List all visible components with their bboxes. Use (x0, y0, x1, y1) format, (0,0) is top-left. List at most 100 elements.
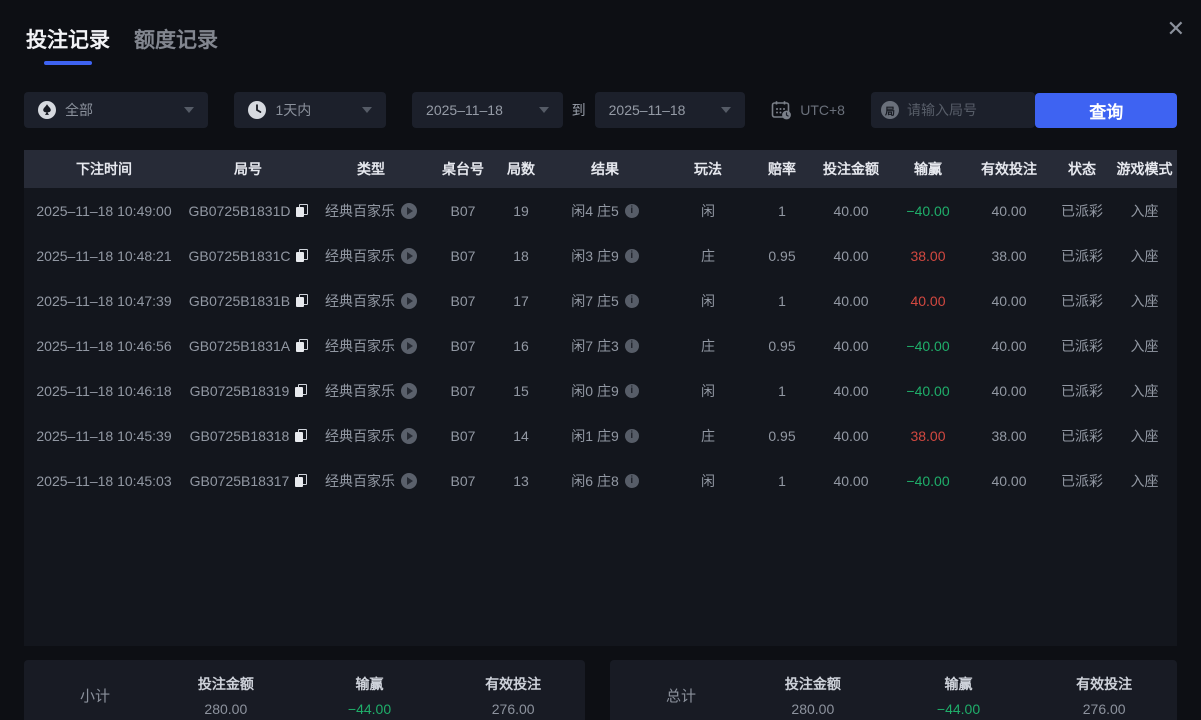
valid-bet: 40.00 (991, 202, 1027, 219)
date-to-picker[interactable]: 2025–11–18 (594, 92, 746, 128)
result-cell: 闲7 庄5 i (546, 291, 664, 311)
odds: 0.95 (768, 337, 796, 354)
odds-cell: 0.95 (752, 248, 812, 264)
column-header: 桌台号 (442, 161, 484, 177)
game-mode: 入座 (1130, 337, 1159, 354)
video-play-icon[interactable] (401, 292, 417, 309)
table-no-cell: B07 (430, 473, 496, 489)
game-type-select[interactable]: 全部 (24, 92, 209, 128)
round-no: 18 (513, 247, 529, 264)
round-search-input[interactable] (906, 102, 1026, 118)
bet-time: 2025–11–18 10:48:21 (36, 247, 172, 264)
result-info-icon[interactable]: i (624, 203, 639, 218)
bet-amount-cell: 40.00 (812, 428, 890, 444)
column-header: 局数 (507, 161, 535, 177)
query-button[interactable]: 查询 (1035, 92, 1177, 128)
bet-amount-cell: 40.00 (812, 383, 890, 399)
status: 已派彩 (1061, 472, 1103, 489)
video-play-icon[interactable] (401, 472, 417, 489)
result-info-icon[interactable]: i (624, 248, 639, 263)
table-body: 2025–11–18 10:49:00 GB0725B1831D 经典百家乐 B07 1… (24, 188, 1177, 646)
valid-bet-cell: 38.00 (966, 428, 1052, 444)
round-no: 17 (513, 292, 529, 309)
total-bet-label: 投注金额 (784, 675, 841, 692)
column-header: 赔率 (768, 161, 796, 177)
result-info-icon[interactable]: i (624, 473, 639, 488)
video-play-icon[interactable] (401, 247, 417, 264)
subtotal-panel: 小计 投注金额 280.00 输赢 −44.00 有效投注 276.00 (24, 660, 585, 720)
round-no-cell: 14 (496, 428, 546, 444)
game-type-cell: 经典百家乐 (312, 336, 430, 356)
play-type-cell: 闲 (664, 381, 752, 401)
win-loss: 40.00 (910, 292, 946, 309)
copy-icon[interactable] (296, 294, 309, 307)
copy-icon[interactable] (296, 249, 309, 262)
table-no-cell: B07 (430, 428, 496, 444)
bet-amount-cell: 40.00 (812, 293, 890, 309)
table-no: B07 (450, 337, 476, 354)
copy-icon[interactable] (295, 474, 308, 487)
bet-time: 2025–11–18 10:45:39 (36, 427, 172, 444)
active-tab-underline (44, 61, 92, 65)
round-no: 16 (513, 337, 529, 354)
total-panel: 总计 投注金额 280.00 输赢 −44.00 有效投注 276.00 (610, 660, 1177, 720)
video-play-icon[interactable] (401, 382, 417, 399)
game-mode: 入座 (1130, 247, 1159, 264)
status-cell: 已派彩 (1052, 426, 1112, 446)
game-id-cell: GB0725B1831A (184, 338, 312, 354)
game-mode-cell: 入座 (1112, 246, 1177, 266)
total-valid-label: 有效投注 (1076, 675, 1133, 692)
result-info-icon[interactable]: i (624, 293, 639, 308)
filter-bar: 全部 1天内 2025–11–18 到 2025–11–18 UTC+8 局 请… (24, 92, 1177, 128)
table-row: 2025–11–18 10:49:00 GB0725B1831D 经典百家乐 B07 1… (24, 188, 1177, 233)
valid-bet: 40.00 (991, 472, 1027, 489)
game-type-cell: 经典百家乐 (312, 426, 430, 446)
result: 闲7 庄3 (571, 337, 619, 354)
odds: 1 (778, 202, 786, 219)
round-no-cell: 19 (496, 203, 546, 219)
date-to-label: 到 (571, 102, 586, 118)
copy-icon[interactable] (296, 204, 309, 217)
game-mode: 入座 (1130, 427, 1159, 444)
play-type-cell: 庄 (664, 336, 752, 356)
video-play-icon[interactable] (401, 202, 417, 219)
copy-icon[interactable] (296, 339, 309, 352)
win-loss: −40.00 (906, 382, 950, 399)
copy-icon[interactable] (295, 384, 308, 397)
timezone-indicator[interactable]: UTC+8 (771, 100, 845, 120)
clock-icon (248, 101, 267, 119)
copy-icon[interactable] (295, 429, 308, 442)
game-id-cell: GB0725B18319 (184, 383, 312, 399)
bet-time: 2025–11–18 10:47:39 (36, 292, 172, 309)
valid-bet: 40.00 (991, 382, 1027, 399)
odds-cell: 1 (752, 473, 812, 489)
video-play-icon[interactable] (401, 427, 417, 444)
round-search-field[interactable]: 局 (870, 92, 1036, 128)
game-type-cell: 经典百家乐 (312, 291, 430, 311)
tab-quota-records[interactable]: 额度记录 (134, 24, 218, 54)
video-play-icon[interactable] (401, 337, 417, 354)
result-info-icon[interactable]: i (624, 383, 639, 398)
column-header: 下注时间 (76, 161, 132, 177)
result: 闲0 庄9 (571, 382, 619, 399)
game-id-cell: GB0725B1831D (184, 203, 312, 219)
time-range-select[interactable]: 1天内 (234, 92, 387, 128)
round-number-icon: 局 (880, 101, 899, 119)
date-from-value: 2025–11–18 (426, 102, 503, 118)
tab-betting-records[interactable]: 投注记录 (26, 24, 110, 65)
game-id-cell: GB0725B18318 (184, 428, 312, 444)
result-info-icon[interactable]: i (624, 338, 639, 353)
result: 闲7 庄5 (571, 292, 619, 309)
chevron-down-icon (721, 107, 732, 113)
game-mode: 入座 (1130, 382, 1159, 399)
date-from-picker[interactable]: 2025–11–18 (412, 92, 563, 128)
close-icon[interactable]: ✕ (1167, 18, 1185, 40)
win-loss: −40.00 (906, 337, 950, 354)
odds-cell: 1 (752, 203, 812, 219)
bet-amount-cell: 40.00 (812, 248, 890, 264)
timezone-value: UTC+8 (800, 102, 845, 118)
result-cell: 闲7 庄3 i (546, 336, 664, 356)
tab-betting-records-label: 投注记录 (26, 29, 110, 52)
column-header: 状态 (1068, 161, 1096, 177)
result-info-icon[interactable]: i (624, 428, 639, 443)
